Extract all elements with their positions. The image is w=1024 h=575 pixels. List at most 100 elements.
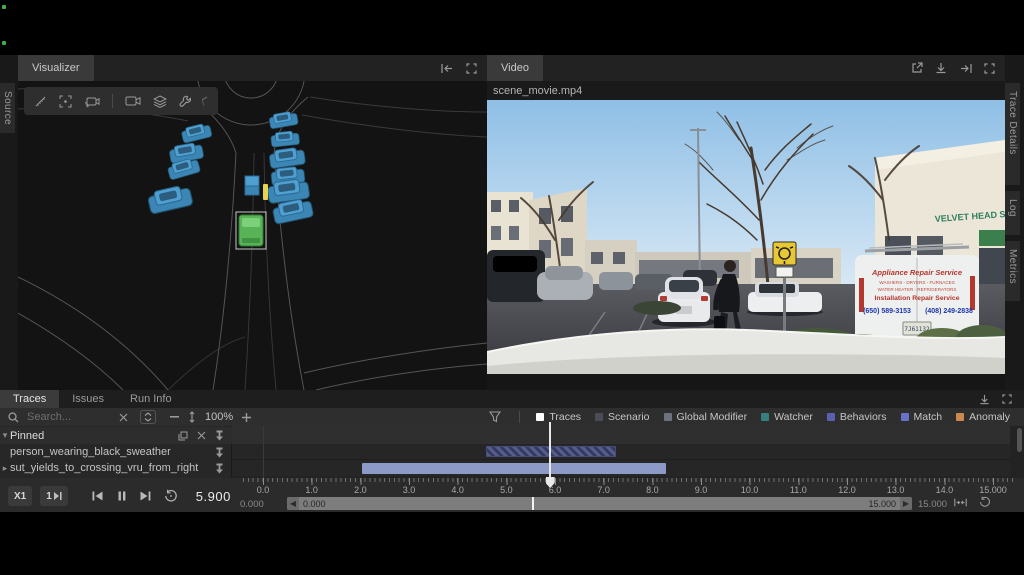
tab-visualizer[interactable]: Visualizer: [18, 55, 94, 81]
camera-icon[interactable]: [125, 95, 141, 107]
pin-all-icon[interactable]: [215, 430, 224, 441]
legend-item[interactable]: Watcher: [761, 411, 813, 423]
recording-indicator-dot: [2, 41, 6, 45]
ruler-major-ticks: [263, 478, 1008, 485]
tab-trace-details[interactable]: Trace Details: [1005, 83, 1020, 185]
video-viewport[interactable]: VELVET HEAD SPA: [487, 100, 1005, 374]
range-scrollbar[interactable]: ◀ 0.000 15.000 ▶: [287, 497, 912, 510]
fit-vertical-icon[interactable]: [188, 411, 196, 423]
range-max-label: 15.000: [918, 499, 947, 510]
replay-icon[interactable]: [162, 489, 180, 503]
open-external-icon[interactable]: [911, 62, 923, 74]
filter-funnel-icon[interactable]: [489, 411, 501, 423]
skip-start-icon[interactable]: [90, 491, 106, 501]
fullscreen-icon[interactable]: [466, 63, 477, 74]
agent-vehicles: [147, 110, 314, 224]
range-end-arrow[interactable]: ▶: [900, 497, 912, 510]
pause-icon[interactable]: [114, 491, 130, 501]
zoom-level: 100%: [205, 411, 233, 423]
dock-left-icon[interactable]: [441, 63, 454, 74]
range-end-value: 15.000: [868, 499, 896, 509]
speed-button[interactable]: X1: [8, 486, 32, 506]
legend-swatch: [664, 413, 672, 421]
recording-indicator-dot: [2, 5, 6, 9]
legend-label: Traces: [549, 411, 581, 423]
legend-item[interactable]: Anomaly: [956, 411, 1010, 423]
legend-label: Scenario: [608, 411, 649, 423]
visualizer-panel: Visualizer: [18, 55, 487, 390]
ruler-tick-label: 15.000: [979, 485, 1007, 495]
tab-metrics[interactable]: Metrics: [1005, 241, 1020, 301]
tab-video[interactable]: Video: [487, 55, 543, 81]
video-panel: Video scene_movie.mp4: [487, 55, 1005, 390]
ruler-tick-label: 13.0: [887, 485, 905, 495]
measure-icon[interactable]: [34, 95, 47, 108]
expand-collapse-rows-button[interactable]: [140, 410, 156, 424]
settings-wrench-icon[interactable]: [179, 95, 192, 108]
search-input[interactable]: [25, 410, 113, 424]
duplicate-icon[interactable]: [178, 430, 188, 441]
tracks-vertical-scrollbar[interactable]: [1017, 428, 1022, 452]
van-text-line3: WATER HEATER - REFRIGERATORS: [878, 287, 957, 292]
pin-icon[interactable]: [215, 447, 224, 458]
legend-swatch: [761, 413, 769, 421]
skip-end-icon[interactable]: [138, 491, 154, 501]
clear-search-icon[interactable]: [119, 413, 128, 422]
right-sidebar: Trace Details Log Metrics: [1005, 55, 1024, 390]
tab-source[interactable]: Source: [0, 83, 15, 133]
legend-swatch: [536, 413, 544, 421]
timeline-bar-sut-yields[interactable]: [362, 463, 666, 474]
ruler-tick-label: 14.0: [936, 485, 954, 495]
legend-label: Global Modifier: [677, 411, 748, 423]
pinned-group-label: Pinned: [10, 430, 178, 442]
ruler-tick-label: 2.0: [354, 485, 367, 495]
layers-icon[interactable]: [153, 95, 167, 108]
reset-range-icon[interactable]: [979, 496, 991, 508]
dock-right-icon[interactable]: [959, 63, 972, 74]
playhead-line[interactable]: [549, 422, 551, 478]
ruler-tick-label: 5.0: [500, 485, 513, 495]
frame-step-button[interactable]: 1: [40, 486, 68, 506]
track-name[interactable]: person_wearing_black_sweather: [10, 446, 215, 458]
collapse-caret-icon[interactable]: ▾: [0, 430, 10, 441]
download-icon[interactable]: [979, 394, 990, 405]
bottom-tab-bar: Traces Issues Run Info: [0, 390, 1024, 408]
legend-item[interactable]: Scenario: [595, 411, 649, 423]
fullscreen-icon[interactable]: [1002, 394, 1012, 404]
tab-run-info[interactable]: Run Info: [117, 390, 185, 408]
tab-issues[interactable]: Issues: [59, 390, 117, 408]
legend-label: Anomaly: [969, 411, 1010, 423]
legend-item[interactable]: Behaviors: [827, 411, 887, 423]
pin-icon[interactable]: [215, 463, 224, 474]
legend-item[interactable]: Traces: [536, 411, 581, 423]
legend-item[interactable]: Global Modifier: [664, 411, 748, 423]
fit-range-icon[interactable]: [954, 498, 967, 507]
zoom-in-icon[interactable]: [242, 413, 251, 422]
legend-label: Match: [914, 411, 943, 423]
fullscreen-icon[interactable]: [984, 63, 995, 74]
van-text-line1: Appliance Repair Service: [871, 268, 962, 277]
current-time-display: 5.900: [196, 489, 231, 504]
legend: Traces Scenario Global Modifier Watcher Beha…: [489, 411, 1024, 423]
download-icon[interactable]: [935, 62, 947, 74]
range-start-value: 0.000: [303, 499, 326, 509]
expand-caret-icon[interactable]: ▸: [0, 463, 10, 474]
ruler-tick-label: 12.0: [838, 485, 856, 495]
range-start-arrow[interactable]: ◀: [287, 497, 299, 510]
timeline-origin-gridline: [263, 426, 264, 478]
tab-log[interactable]: Log: [1005, 191, 1020, 235]
ruler-tick-label: 11.0: [790, 485, 807, 495]
visualizer-viewport[interactable]: D: [18, 81, 487, 390]
track-name[interactable]: sut_yields_to_crossing_vru_from_right: [10, 462, 215, 474]
collapse-all-icon[interactable]: [197, 430, 206, 441]
ruler-tick-label: 9.0: [695, 485, 708, 495]
ego-vehicle[interactable]: [236, 212, 266, 249]
track-name-column: ▾ Pinned person_wearing_black_sweather: [0, 426, 232, 478]
legend-item[interactable]: Match: [901, 411, 943, 423]
camera-follow-icon[interactable]: [84, 95, 100, 108]
3d-scene: [18, 81, 487, 390]
zoom-out-icon[interactable]: [170, 416, 179, 418]
focus-target-icon[interactable]: [59, 95, 72, 108]
tab-traces[interactable]: Traces: [0, 390, 59, 408]
van-text-line2: WASHERS - DRYERS - FURNACES: [879, 280, 955, 285]
